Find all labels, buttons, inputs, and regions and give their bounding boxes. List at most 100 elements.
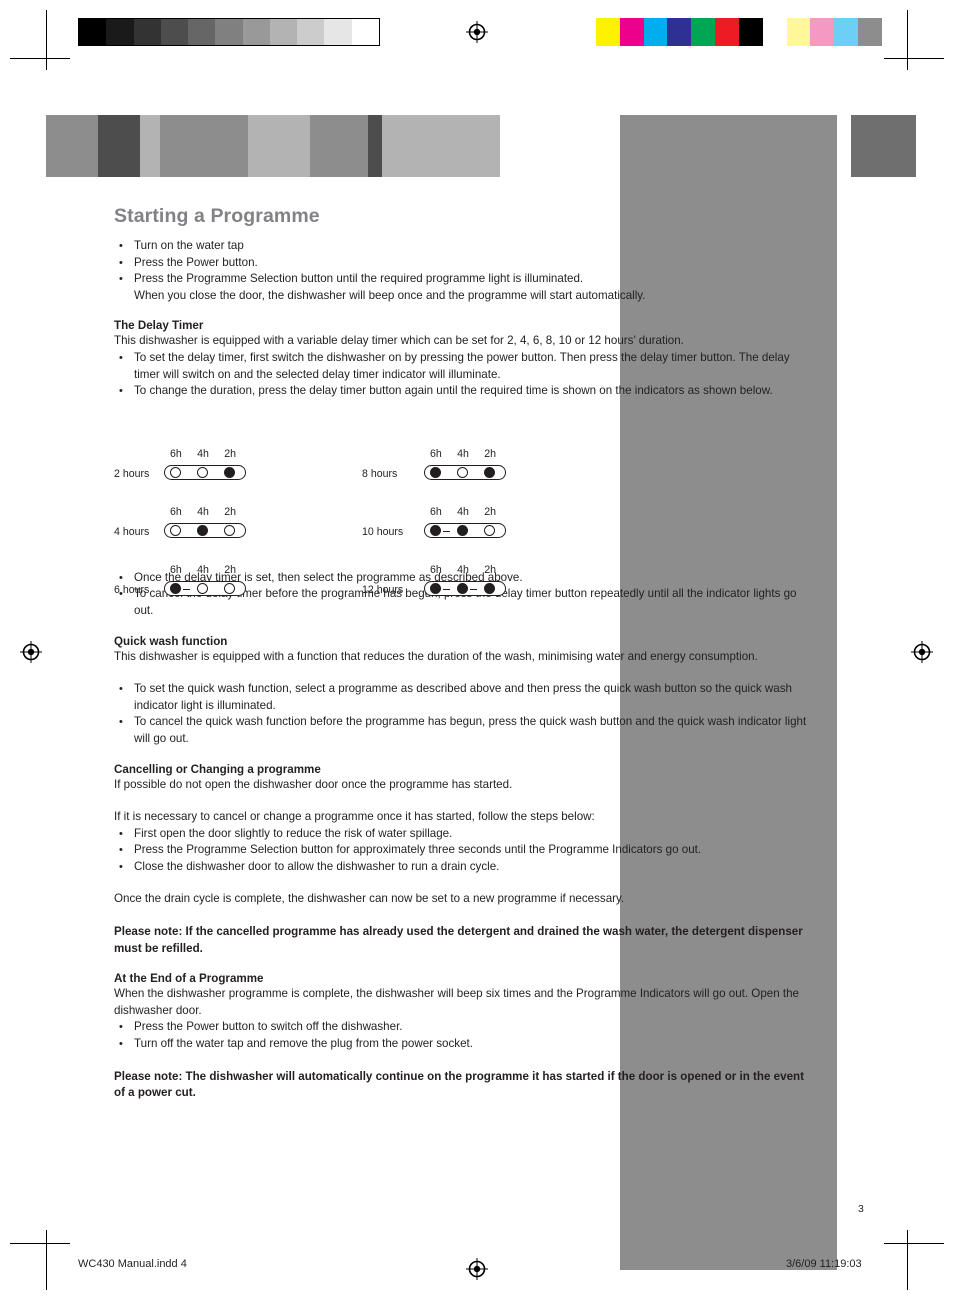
section-heading: At the End of a Programme	[114, 972, 264, 986]
indicator-dash	[183, 588, 190, 590]
footer-right: 3/6/09 11:19:03	[786, 1258, 862, 1270]
delay-timer-tick-labels: 6h 4h 2h	[430, 506, 496, 518]
greyscale-swatch	[242, 19, 270, 45]
delay-timer-row-label: 6 hours	[114, 584, 150, 596]
greyscale-swatch	[297, 19, 325, 45]
color-calibration-bar	[572, 18, 882, 46]
delay-timer-row-label: 12 hours	[362, 584, 404, 596]
section-body-3: Once the drain cycle is complete, the di…	[114, 892, 625, 906]
color-swatch	[619, 18, 644, 46]
list-item: Turn on the water tap	[114, 238, 814, 255]
registration-mark-icon	[911, 641, 933, 663]
section-body: If possible do not open the dishwasher d…	[114, 777, 513, 791]
tick-label: 2h	[224, 564, 236, 576]
list-item: Press the Power button.	[114, 255, 814, 272]
tick-label: 4h	[197, 448, 209, 460]
section-heading: The Delay Timer	[114, 319, 204, 333]
delay-timer-row-label: 8 hours	[362, 468, 398, 480]
delay-timer-diagram: 6h 4h 2h 2 hours 6h 4h 2h 8 hours 6h 4h 2h 4 hours 6…	[114, 448, 674, 608]
section-body-2: If it is necessary to cancel or change a…	[114, 810, 595, 824]
page-title: Starting a Programme	[114, 205, 320, 227]
color-swatch	[715, 18, 739, 46]
list-item: Press the Power button to switch off the…	[114, 1019, 814, 1036]
greyscale-swatch	[351, 19, 379, 45]
trim-mark	[10, 1243, 70, 1244]
tick-label: 2h	[484, 506, 496, 518]
trim-mark	[884, 1243, 944, 1244]
indicator-dash	[470, 588, 477, 590]
indicator-led-off	[224, 583, 235, 594]
delay-timer-tick-labels: 6h 4h 2h	[430, 564, 496, 576]
delay-timer-row-label: 10 hours	[362, 526, 404, 538]
list-item: To set the quick wash function, select a…	[114, 681, 814, 714]
cancelling-note: Please note: If the cancelled programme …	[114, 925, 803, 955]
color-swatch	[691, 18, 716, 46]
footer-left: WC430 Manual.indd 4	[78, 1258, 187, 1270]
delay-timer-indicator-panel	[164, 465, 246, 480]
color-swatch	[810, 18, 835, 46]
color-swatch	[858, 18, 882, 46]
registration-mark-icon	[466, 1258, 488, 1280]
page-number: 3	[858, 1203, 864, 1215]
delay-timer-tick-labels: 6h 4h 2h	[170, 506, 236, 518]
cancelling-section: Cancelling or Changing a programme If po…	[114, 763, 814, 958]
trim-mark	[46, 10, 47, 70]
section-body: This dishwasher is equipped with a varia…	[114, 334, 684, 348]
indicator-led-off	[484, 525, 495, 536]
indicator-led-on	[484, 583, 495, 594]
tick-label: 4h	[197, 564, 209, 576]
color-swatch	[786, 18, 811, 46]
cancelling-bullet-list: First open the door slightly to reduce t…	[114, 826, 814, 876]
indicator-led-off	[197, 467, 208, 478]
tick-label: 2h	[484, 564, 496, 576]
tick-label: 4h	[457, 448, 469, 460]
tick-label: 6h	[430, 506, 442, 518]
delay-timer-row-label: 4 hours	[114, 526, 150, 538]
indicator-led-off	[170, 525, 181, 536]
indicator-led-on	[430, 583, 441, 594]
quick-wash-section: Quick wash function This dishwasher is e…	[114, 635, 814, 748]
delay-timer-indicator-panel	[164, 581, 246, 596]
color-swatch	[572, 18, 596, 46]
indicator-led-on	[457, 583, 468, 594]
tick-label: 4h	[457, 506, 469, 518]
trim-mark	[907, 10, 908, 70]
grey-block	[310, 115, 368, 177]
tick-label: 6h	[170, 564, 182, 576]
delay-timer-row-label: 2 hours	[114, 468, 150, 480]
delay-timer-indicator-panel	[164, 523, 246, 538]
grey-block	[98, 115, 140, 177]
intro-bullet-list: Turn on the water tap Press the Power bu…	[114, 238, 814, 304]
greyscale-swatch	[133, 19, 161, 45]
color-swatch	[762, 18, 787, 46]
list-item: To set the delay timer, first switch the…	[114, 350, 814, 383]
tick-label: 6h	[170, 448, 182, 460]
tick-label: 6h	[170, 506, 182, 518]
grey-block-strip	[46, 115, 500, 177]
tick-label: 6h	[430, 448, 442, 460]
page-content: Starting a Programme Turn on the water t…	[114, 205, 814, 1102]
color-swatch	[738, 18, 763, 46]
end-of-programme-note: Please note: The dishwasher will automat…	[114, 1069, 804, 1100]
section-body: When the dishwasher programme is complet…	[114, 987, 799, 1017]
grey-corner-block	[851, 115, 916, 177]
indicator-dash	[443, 588, 450, 590]
grey-block	[368, 115, 382, 177]
list-item: Press the Programme Selection button unt…	[114, 271, 814, 304]
greyscale-swatch	[79, 19, 107, 45]
tick-label: 6h	[430, 564, 442, 576]
greyscale-swatch	[324, 19, 352, 45]
greyscale-swatch	[160, 19, 189, 45]
indicator-led-on	[484, 467, 495, 478]
list-item: Turn off the water tap and remove the pl…	[114, 1036, 814, 1053]
list-item: First open the door slightly to reduce t…	[114, 826, 814, 843]
end-of-programme-section: At the End of a Programme When the dishw…	[114, 972, 814, 1102]
tick-label: 4h	[457, 564, 469, 576]
indicator-led-on	[430, 525, 441, 536]
delay-timer-tick-labels: 6h 4h 2h	[430, 448, 496, 460]
greyscale-swatch	[106, 19, 134, 45]
indicator-led-off	[224, 525, 235, 536]
greyscale-swatch	[188, 19, 216, 45]
delay-timer-indicator-panel	[424, 523, 506, 538]
color-swatch	[834, 18, 859, 46]
